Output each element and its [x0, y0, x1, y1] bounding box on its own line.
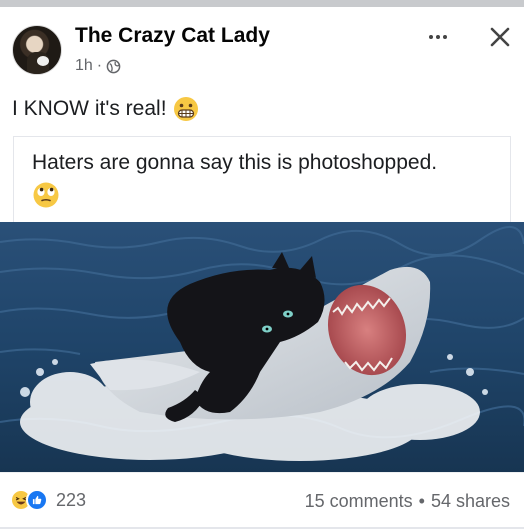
shared-quote: Haters are gonna say this is photoshoppe… [13, 136, 511, 222]
like-reaction-icon [26, 489, 48, 511]
more-options-icon[interactable] [421, 25, 455, 49]
close-icon[interactable] [484, 21, 516, 53]
engagement-stats: 15 comments • 54 shares [305, 491, 510, 512]
comments-count[interactable]: 15 comments [305, 491, 413, 512]
author-name[interactable]: The Crazy Cat Lady [75, 24, 270, 48]
shares-count[interactable]: 54 shares [431, 491, 510, 512]
shark-cat-image [0, 222, 524, 472]
grimacing-face-emoji [173, 97, 198, 121]
post-meta: 1h · [75, 57, 121, 75]
post-time[interactable]: 1h [75, 57, 93, 75]
reaction-summary[interactable]: 223 [10, 489, 86, 511]
quote-text: Haters are gonna say this is photoshoppe… [32, 151, 438, 174]
post-header: The Crazy Cat Lady 1h · [0, 7, 524, 87]
post-photo[interactable] [0, 222, 524, 472]
globe-icon[interactable] [106, 59, 121, 74]
post-body: I KNOW it's real! [12, 96, 199, 122]
meta-separator: · [96, 57, 103, 74]
face-with-rolling-eyes-emoji [33, 182, 59, 208]
stats-separator: • [418, 491, 425, 511]
author-avatar[interactable] [12, 25, 62, 75]
post-footer: 223 15 comments • 54 shares [0, 472, 524, 529]
post-text: I KNOW it's real! [12, 97, 167, 120]
top-status-strip [0, 0, 524, 7]
reaction-count: 223 [56, 489, 87, 510]
